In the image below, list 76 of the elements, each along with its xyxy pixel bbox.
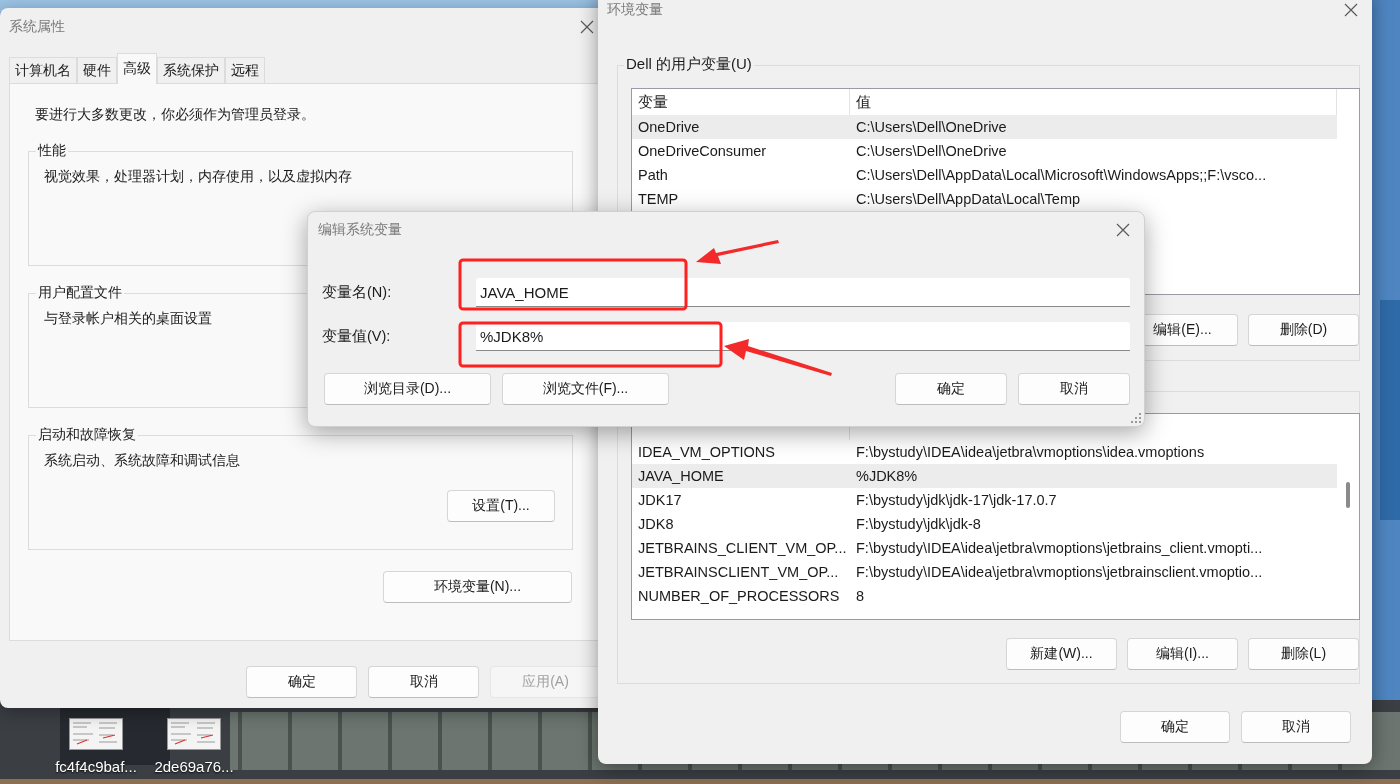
table-row[interactable]: JAVA_HOME %JDK8% <box>632 464 1337 488</box>
dialog-button[interactable]: 确定 <box>246 666 357 698</box>
table-cell-text: F:\bystudy\IDEA\idea\jetbra\vmoptions\idea.vmoptions <box>855 444 1206 460</box>
tab[interactable]: 硬件 <box>77 57 117 83</box>
table-cell-text: IDEA_VM_OPTIONS <box>637 444 776 460</box>
table-cell-text: JDK8 <box>637 516 675 532</box>
table-cell-text: C:\Users\Dell\OneDrive <box>855 143 1008 159</box>
table-cell-text: C:\Users\Dell\AppData\Local\Microsoft\WindowsApps;;F:\vsco... <box>855 167 1268 183</box>
settings-button[interactable]: 设置(T)... <box>447 490 555 522</box>
window-title: 系统属性 <box>9 18 65 36</box>
browse-button[interactable]: 浏览目录(D)... <box>324 373 491 405</box>
scrollbar-thumb[interactable] <box>1346 482 1350 508</box>
table-cell-text: F:\bystudy\jdk\jdk-17\jdk-17.0.7 <box>855 492 1058 508</box>
file-thumbnail-icon[interactable] <box>69 718 123 750</box>
tab[interactable]: 高级 <box>117 53 157 84</box>
table-row[interactable]: IDEA_VM_OPTIONS F:\bystudy\IDEA\idea\jetbra\vmoptions\idea.vmoptions <box>632 440 1337 464</box>
input-field[interactable]: JAVA_HOME <box>476 278 1130 307</box>
field-label: 变量值(V): <box>322 327 392 346</box>
table-cell-text: %JDK8% <box>855 468 919 484</box>
table-row[interactable]: JDK17 F:\bystudy\jdk\jdk-17\jdk-17.0.7 <box>632 488 1337 512</box>
group-title: 启动和故障恢复 <box>37 426 137 444</box>
notice-text: 要进行大多数更改，你必须作为管理员登录。 <box>35 106 316 124</box>
close-icon[interactable] <box>1116 223 1130 237</box>
window-title: 编辑系统变量 <box>318 221 402 239</box>
table-row[interactable]: JETBRAINS_CLIENT_VM_OP... F:\bystudy\IDEA\idea\jetbra\vmoptions\jetbrains_client.vmopti... <box>632 536 1337 560</box>
group-description: 视觉效果，处理器计划，内存使用，以及虚拟内存 <box>44 168 353 186</box>
table-action-button[interactable]: 删除(L) <box>1248 638 1359 670</box>
dialog-button[interactable]: 确定 <box>1120 711 1230 743</box>
icon-label[interactable]: fc4f4c9baf... <box>55 758 137 775</box>
window-title: 环境变量 <box>607 1 663 19</box>
table-action-button[interactable]: 删除(D) <box>1248 314 1359 346</box>
table-row[interactable]: Path C:\Users\Dell\AppData\Local\Microsoft\WindowsApps;;F:\vsco... <box>632 163 1337 187</box>
environment-variables-button[interactable]: 环境变量(N)... <box>383 571 572 603</box>
table-row[interactable]: JETBRAINSCLIENT_VM_OP... F:\bystudy\IDEA\idea\jetbra\vmoptions\jetbrainsclient.vmoptio... <box>632 560 1337 584</box>
table-cell-text: JAVA_HOME <box>637 468 725 484</box>
table-cell-text: NUMBER_OF_PROCESSORS <box>637 588 841 604</box>
group-description: 系统启动、系统故障和调试信息 <box>44 452 241 470</box>
table-row[interactable]: OneDriveConsumer C:\Users\Dell\OneDrive <box>632 139 1337 163</box>
input-field[interactable]: %JDK8% <box>476 322 1130 351</box>
dialog-button[interactable]: 取消 <box>1241 711 1351 743</box>
browse-button[interactable]: 浏览文件(F)... <box>502 373 669 405</box>
table-row[interactable]: NUMBER_OF_PROCESSORS 8 <box>632 584 1337 608</box>
icon-label[interactable]: 2de69a76... <box>154 758 234 775</box>
table-cell-text: 8 <box>855 588 866 604</box>
table-cell-text: JETBRAINS_CLIENT_VM_OP... <box>637 540 848 556</box>
table-row[interactable]: TEMP C:\Users\Dell\AppData\Local\Temp <box>632 187 1337 211</box>
dialog-button[interactable]: 取消 <box>1018 373 1130 405</box>
table-cell-text: F:\bystudy\jdk\jdk-8 <box>855 516 982 532</box>
table-cell-text: F:\bystudy\IDEA\idea\jetbra\vmoptions\jetbrainsclient.vmoptio... <box>855 564 1264 580</box>
table-cell-text: C:\Users\Dell\AppData\Local\Temp <box>855 191 1082 207</box>
group-title: Dell 的用户变量(U) <box>624 55 754 74</box>
table-action-button[interactable]: 编辑(I)... <box>1127 638 1238 670</box>
close-icon[interactable] <box>580 20 594 34</box>
group-title: 性能 <box>36 142 67 160</box>
table-row[interactable]: OneDrive C:\Users\Dell\OneDrive <box>632 115 1337 139</box>
table-cell-text: C:\Users\Dell\OneDrive <box>855 119 1008 135</box>
table-cell-text: TEMP <box>637 191 680 207</box>
table-cell-text: OneDriveConsumer <box>637 143 768 159</box>
tab[interactable]: 计算机名 <box>9 57 77 83</box>
table-action-button[interactable]: 新建(W)... <box>1006 638 1117 670</box>
close-icon[interactable] <box>1344 3 1358 17</box>
table-cell-text: JDK17 <box>637 492 683 508</box>
file-thumbnail-icon[interactable] <box>167 718 221 750</box>
table-cell-text: JETBRAINSCLIENT_VM_OP... <box>637 564 840 580</box>
field-label: 变量名(N): <box>322 283 393 302</box>
table-cell-text: Path <box>637 167 669 183</box>
tab[interactable]: 远程 <box>225 57 265 83</box>
table-cell-text: F:\bystudy\IDEA\idea\jetbra\vmoptions\jetbrains_client.vmopti... <box>855 540 1264 556</box>
dialog-button[interactable]: 取消 <box>368 666 479 698</box>
resize-grip-icon[interactable] <box>1131 413 1141 423</box>
group-description: 与登录帐户相关的桌面设置 <box>44 310 213 328</box>
group-title: 用户配置文件 <box>37 284 123 302</box>
table-row[interactable]: JDK8 F:\bystudy\jdk\jdk-8 <box>632 512 1337 536</box>
tab[interactable]: 系统保护 <box>157 57 225 83</box>
table-cell-text: OneDrive <box>637 119 701 135</box>
dialog-button[interactable]: 确定 <box>895 373 1007 405</box>
